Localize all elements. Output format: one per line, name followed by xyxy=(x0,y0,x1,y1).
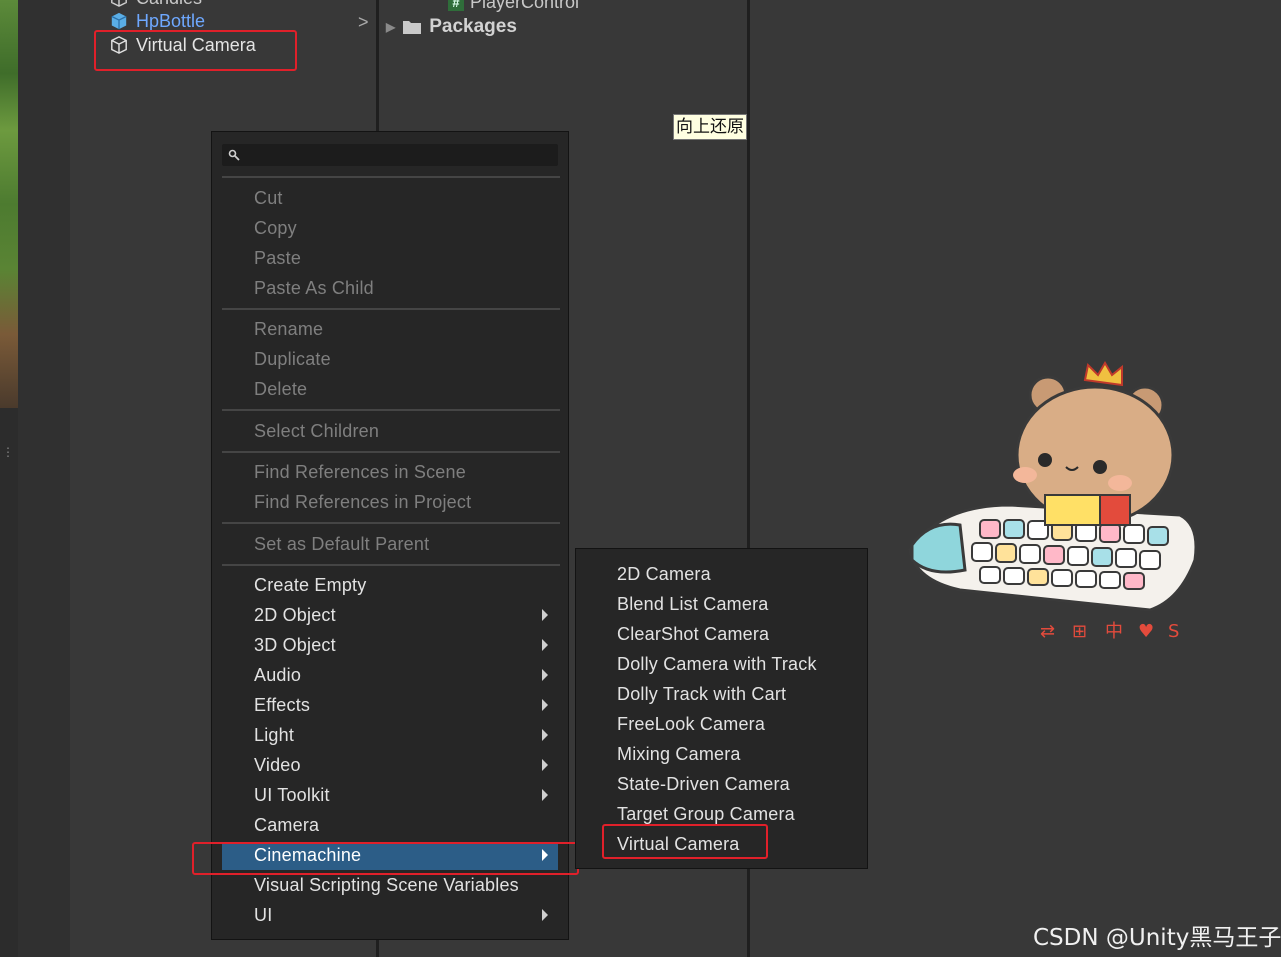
drag-handle-icon[interactable]: ⋮ xyxy=(2,446,14,466)
menu-separator xyxy=(222,409,560,411)
menu-search-input[interactable] xyxy=(222,144,558,166)
hierarchy-item-label: Candles xyxy=(136,0,202,9)
submenu-item-blend-list-camera[interactable]: Blend List Camera xyxy=(617,592,768,616)
submenu-arrow-icon xyxy=(542,699,548,711)
tooltip: 向上还原 xyxy=(673,114,747,140)
submenu-arrow-icon xyxy=(542,909,548,921)
submenu-arrow-icon xyxy=(542,639,548,651)
folder-icon xyxy=(403,21,422,34)
menu-item-light[interactable]: Light xyxy=(254,723,294,747)
submenu-item-clearshot-camera[interactable]: ClearShot Camera xyxy=(617,622,769,646)
expand-arrow-icon[interactable]: ▶ xyxy=(386,20,395,34)
submenu-item-mixing-camera[interactable]: Mixing Camera xyxy=(617,742,741,766)
menu-item-paste: Paste xyxy=(254,248,302,268)
search-icon xyxy=(228,149,240,161)
menu-item-cut: Cut xyxy=(254,188,283,208)
svg-text:⊞: ⊞ xyxy=(1072,621,1087,642)
menu-item-find-references-in-project: Find References in Project xyxy=(254,492,472,512)
hierarchy-item-candles[interactable]: Candles xyxy=(110,0,202,9)
menu-item-create-empty[interactable]: Create Empty xyxy=(254,573,366,597)
menu-item-3d-object[interactable]: 3D Object xyxy=(254,633,336,657)
menu-item-select-children: Select Children xyxy=(254,421,380,441)
menu-item-set-as-default-parent: Set as Default Parent xyxy=(254,534,430,554)
submenu-item-state-driven-camera[interactable]: State-Driven Camera xyxy=(617,772,790,796)
project-item-packages[interactable]: ▶ Packages xyxy=(386,16,517,38)
scene-view-strip-lower xyxy=(0,408,18,957)
hierarchy-item-label: HpBottle xyxy=(136,10,206,31)
project-item-label: PlayerControl xyxy=(470,0,580,12)
hierarchy-item-hpbottle[interactable]: HpBottle xyxy=(110,10,205,32)
menu-item-effects[interactable]: Effects xyxy=(254,693,310,717)
prefab-cube-icon xyxy=(111,12,127,30)
submenu-item-target-group-camera[interactable]: Target Group Camera xyxy=(617,802,795,826)
menu-separator xyxy=(222,522,560,524)
scene-view-strip xyxy=(0,0,18,408)
annotation-box-hierarchy xyxy=(94,30,297,71)
menu-separator xyxy=(222,176,560,178)
submenu-item-2d-camera[interactable]: 2D Camera xyxy=(617,562,711,586)
submenu-item-freelook-camera[interactable]: FreeLook Camera xyxy=(617,712,765,736)
menu-separator xyxy=(222,308,560,310)
gameobject-cube-icon xyxy=(111,0,127,7)
submenu-arrow-icon xyxy=(542,789,548,801)
project-item-script[interactable]: # PlayerControl xyxy=(448,0,579,13)
menu-item-rename: Rename xyxy=(254,319,324,339)
menu-item-duplicate: Duplicate xyxy=(254,349,331,369)
menu-item-camera[interactable]: Camera xyxy=(254,813,319,837)
bear xyxy=(1013,361,1175,526)
menu-item-visual-scripting-scene-variables[interactable]: Visual Scripting Scene Variables xyxy=(254,873,519,897)
script-icon: # xyxy=(448,0,464,11)
svg-text:中: 中 xyxy=(1105,621,1123,642)
bear-keyboard-sticker: ⇄ ⊞ 中 ♥ S xyxy=(908,361,1198,642)
menu-separator xyxy=(222,451,560,453)
menu-item-video[interactable]: Video xyxy=(254,753,301,777)
project-item-label: Packages xyxy=(429,16,517,37)
annotation-box-cinemachine xyxy=(192,842,579,875)
submenu-arrow-icon xyxy=(542,729,548,741)
svg-text:⇄: ⇄ xyxy=(1040,621,1055,642)
svg-text:S: S xyxy=(1168,621,1179,642)
chevron-right-icon[interactable]: > xyxy=(358,12,369,33)
watermark: CSDN @Unity黑马王子 xyxy=(1033,925,1281,951)
toolbar-icons: ⇄ ⊞ 中 ♥ S xyxy=(1040,621,1179,642)
menu-item-paste-as-child: Paste As Child xyxy=(254,278,374,298)
menu-item-2d-object[interactable]: 2D Object xyxy=(254,603,336,627)
menu-item-ui[interactable]: UI xyxy=(254,903,272,927)
menu-item-ui-toolkit[interactable]: UI Toolkit xyxy=(254,783,330,807)
submenu-arrow-icon xyxy=(542,609,548,621)
submenu-arrow-icon xyxy=(542,759,548,771)
svg-text:♥: ♥ xyxy=(1138,621,1154,642)
annotation-box-virtual-camera xyxy=(602,824,768,859)
menu-item-delete: Delete xyxy=(254,379,308,399)
menu-separator xyxy=(222,564,560,566)
submenu-item-dolly-camera-with-track[interactable]: Dolly Camera with Track xyxy=(617,652,817,676)
menu-item-copy: Copy xyxy=(254,218,297,238)
submenu-item-dolly-track-with-cart[interactable]: Dolly Track with Cart xyxy=(617,682,786,706)
menu-item-audio[interactable]: Audio xyxy=(254,663,301,687)
side-gutter xyxy=(18,0,70,957)
submenu-arrow-icon xyxy=(542,669,548,681)
menu-item-find-references-in-scene: Find References in Scene xyxy=(254,462,466,482)
